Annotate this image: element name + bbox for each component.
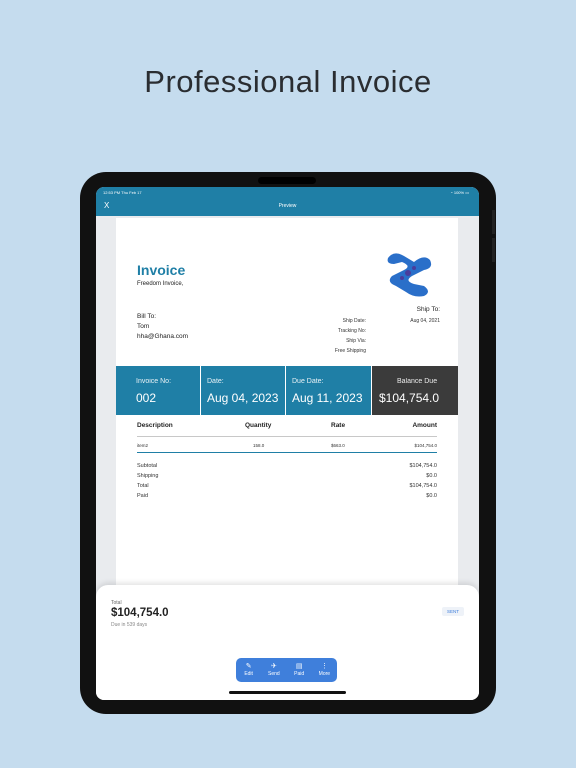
shipping-label: Shipping xyxy=(137,473,159,479)
items-table-header: Description Quantity Rate Amount xyxy=(137,422,437,437)
send-label: Send xyxy=(268,671,280,677)
paid-value: $0.0 xyxy=(426,493,437,499)
ship-date-label: Ship Date: xyxy=(342,318,366,324)
volume-button xyxy=(492,238,495,262)
col-quantity: Quantity xyxy=(245,422,272,429)
subtotal-value: $104,754.0 xyxy=(409,463,437,469)
date-label: Date: xyxy=(207,378,224,385)
paid-icon: ▤ xyxy=(295,663,303,670)
bill-to-name: Tom xyxy=(137,323,150,330)
ship-via-label: Ship Via: xyxy=(346,338,366,344)
send-icon: ✈ xyxy=(270,663,277,670)
invoice-date: Aug 04, 2023 xyxy=(207,391,279,405)
invoice-date-cell: Date: Aug 04, 2023 xyxy=(201,366,286,415)
sheet-total-amount: $104,754.0 xyxy=(111,607,169,619)
volume-button xyxy=(492,210,495,234)
send-button[interactable]: ✈ Send xyxy=(261,658,286,682)
company-name: Freedom Invoice, xyxy=(137,281,184,287)
page-headline: Professional Invoice xyxy=(144,64,432,99)
paid-label: Paid xyxy=(294,671,305,677)
edit-button[interactable]: ✎ Edit xyxy=(236,658,261,682)
col-amount: Amount xyxy=(412,422,437,429)
tablet-frame: 12:53 PM Thu Feb 17 ◔ 100% ▭ X Preview I… xyxy=(80,172,496,714)
status-time: 12:53 PM Thu Feb 17 xyxy=(103,190,142,195)
more-icon: ⋮ xyxy=(320,663,328,670)
more-label: More xyxy=(318,671,331,677)
item-amount: $104,754.0 xyxy=(414,443,437,448)
paid-button[interactable]: ▤ Paid xyxy=(287,658,312,682)
item-quantity: 158.0 xyxy=(253,443,265,448)
action-toolbar: ✎ Edit ✈ Send ▤ Paid ⋮ More xyxy=(236,658,337,682)
invoice-document: Invoice Freedom Invoice, Ship To: Aug 04… xyxy=(116,218,458,588)
battery-status: ◔ 100% ▭ xyxy=(450,190,469,195)
invoice-number-cell: Invoice No: 002 xyxy=(116,366,201,415)
status-bar: 12:53 PM Thu Feb 17 ◔ 100% ▭ xyxy=(96,187,479,197)
total-label: Total xyxy=(137,483,149,489)
edit-icon: ✎ xyxy=(245,663,252,670)
bill-to-label: Bill To: xyxy=(137,313,157,320)
balance-due-label: Balance Due xyxy=(397,378,438,385)
battery-label: 100% xyxy=(453,190,465,195)
due-date: Aug 11, 2023 xyxy=(292,391,363,405)
total-value: $104,754.0 xyxy=(409,483,437,489)
shipping-method: Free Shipping xyxy=(334,348,366,354)
invoice-title: Invoice xyxy=(137,262,186,278)
company-logo-icon xyxy=(387,253,432,297)
invoice-number-label: Invoice No: xyxy=(136,378,172,385)
bill-to-email: hha@Ghana.com xyxy=(137,333,189,340)
shipping-value: $0.0 xyxy=(426,473,437,479)
balance-due: $104,754.0 xyxy=(379,391,440,405)
device-screen: 12:53 PM Thu Feb 17 ◔ 100% ▭ X Preview I… xyxy=(96,187,479,700)
edit-label: Edit xyxy=(244,671,253,677)
subtotal-label: Subtotal xyxy=(137,463,158,469)
item-rate: $663.0 xyxy=(331,443,345,448)
battery-icon: ▭ xyxy=(465,190,469,195)
due-date-cell: Due Date: Aug 11, 2023 xyxy=(286,366,372,415)
balance-due-cell: Balance Due $104,754.0 xyxy=(372,366,458,415)
camera-notch xyxy=(258,177,316,184)
col-rate: Rate xyxy=(331,422,346,429)
ship-to-date: Aug 04, 2021 xyxy=(410,318,440,324)
sheet-total-label: Total xyxy=(111,600,122,606)
bottom-sheet: Total $104,754.0 Due in 539 days SENT ✎ … xyxy=(96,585,479,700)
ship-to-label: Ship To: xyxy=(416,306,440,313)
table-row: item2 158.0 $663.0 $104,754.0 xyxy=(137,438,437,453)
nav-bar: X Preview xyxy=(96,197,479,216)
due-date-label: Due Date: xyxy=(292,378,324,385)
more-button[interactable]: ⋮ More xyxy=(312,658,337,682)
nav-title: Preview xyxy=(278,203,297,209)
item-description: item2 xyxy=(137,443,149,448)
home-indicator[interactable] xyxy=(229,691,346,694)
col-description: Description xyxy=(137,422,173,429)
tracking-no-label: Tracking No: xyxy=(337,328,366,334)
due-in-text: Due in 539 days xyxy=(111,622,148,628)
paid-label: Paid xyxy=(137,493,149,499)
invoice-summary-band: Invoice No: 002 Date: Aug 04, 2023 Due D… xyxy=(116,366,458,415)
status-badge: SENT xyxy=(441,607,464,616)
invoice-number: 002 xyxy=(136,391,157,405)
